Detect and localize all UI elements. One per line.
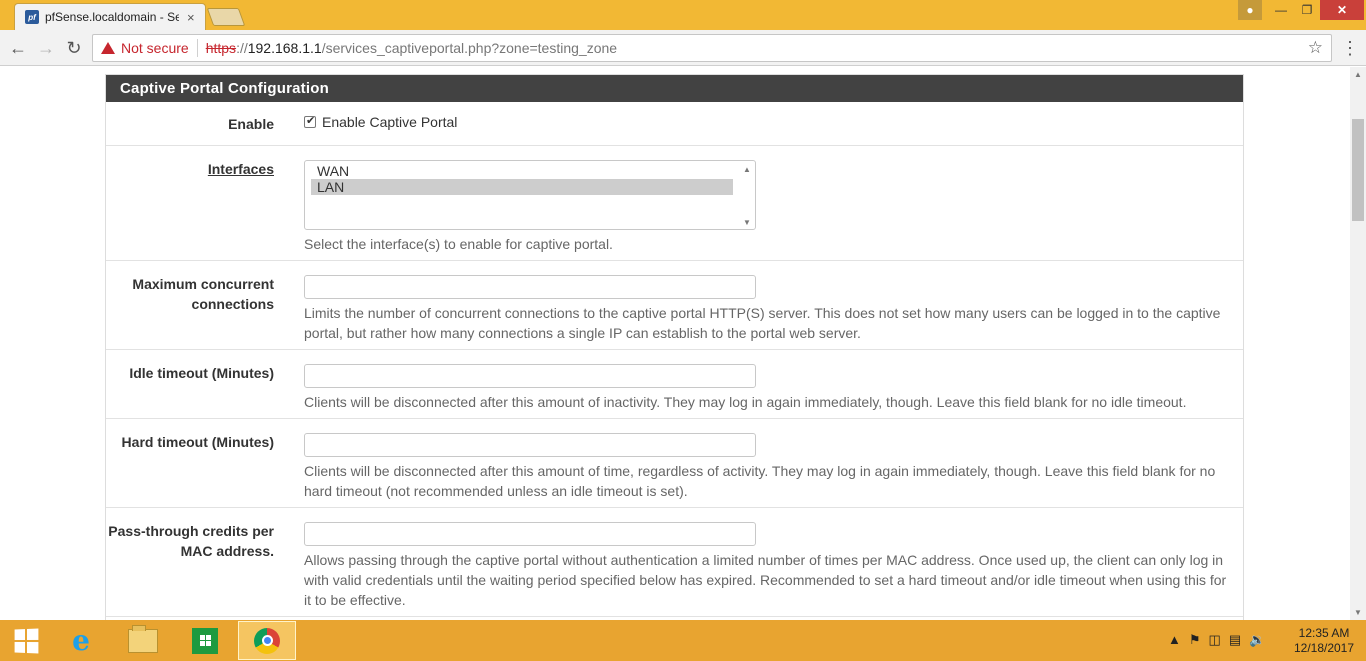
idle-timeout-row: Idle timeout (Minutes) Clients will be d… [106, 350, 1243, 419]
hard-timeout-label: Hard timeout (Minutes) [121, 434, 274, 450]
passthrough-credits-row: Pass-through credits per MAC address. Al… [106, 508, 1243, 617]
star-icon[interactable]: ☆ [1308, 38, 1323, 58]
scroll-down-icon[interactable]: ▼ [1354, 608, 1362, 617]
chrome-icon [254, 627, 280, 654]
page-viewport: Captive Portal Configuration Enable Enab… [0, 67, 1350, 620]
max-connections-input[interactable] [304, 275, 756, 299]
user-profile-icon[interactable]: ● [1238, 0, 1262, 20]
interfaces-help: Select the interface(s) to enable for ca… [304, 236, 613, 252]
hard-timeout-help-line1: Clients will be disconnected after this … [304, 463, 1216, 479]
start-button[interactable] [0, 621, 52, 660]
panel-title: Captive Portal Configuration [106, 75, 1243, 102]
folder-icon [128, 624, 158, 653]
page-scrollbar[interactable]: ▲ ▼ [1350, 67, 1366, 620]
pfsense-favicon-icon: pf [25, 10, 39, 24]
clock[interactable]: 12:35 AM 12/18/2017 [1292, 626, 1356, 656]
address-bar[interactable]: Not secure https :// 192.168.1.1 /servic… [92, 34, 1332, 62]
enable-row: Enable Enable Captive Portal [106, 103, 1243, 146]
store-button[interactable] [176, 621, 234, 660]
idle-timeout-input[interactable] [304, 364, 756, 388]
clock-time: 12:35 AM [1298, 626, 1350, 640]
max-connections-label-line1: Maximum concurrent [132, 276, 274, 292]
max-connections-label-line2: connections [191, 296, 274, 312]
enable-checkbox[interactable] [304, 114, 316, 128]
listbox-scrollbar[interactable]: ▲ ▼ [741, 163, 753, 227]
taskbar: e ▲ ⚑ ◫ ▤ 🔉 12:35 AM 12/18/2017 [0, 620, 1366, 661]
menu-icon[interactable]: ⋮ [1341, 36, 1359, 60]
tab-title: pfSense.localdomain - Se [45, 10, 179, 24]
file-explorer-button[interactable] [114, 621, 172, 660]
url-separator: :// [236, 40, 248, 56]
show-hidden-icons-icon[interactable]: ▲ [1168, 632, 1181, 648]
hard-timeout-input[interactable] [304, 433, 756, 457]
url-scheme: https [205, 40, 237, 56]
action-center-flag-icon[interactable]: ⚑ [1189, 632, 1201, 648]
internet-explorer-icon: e [72, 624, 90, 657]
title-bar: pf pfSense.localdomain - Se × ● — ❐ ✕ [0, 0, 1366, 30]
display-icon[interactable]: ◫ [1209, 632, 1221, 648]
network-icon[interactable]: ▤ [1229, 632, 1241, 648]
enable-label: Enable [228, 116, 274, 132]
passthrough-help-line3: it to be effective. [304, 592, 406, 608]
passthrough-label-line1: Pass-through credits per [108, 523, 274, 539]
captive-portal-config-panel: Captive Portal Configuration Enable Enab… [105, 74, 1244, 620]
interfaces-row: Interfaces WAN LAN ▲ ▼ Select the interf… [106, 146, 1243, 261]
hard-timeout-row: Hard timeout (Minutes) Clients will be d… [106, 419, 1243, 508]
enable-checkbox-label[interactable]: Enable Captive Portal [322, 114, 457, 130]
idle-timeout-help: Clients will be disconnected after this … [304, 394, 1187, 410]
hard-timeout-help-line2: hard timeout (not recommended unless an … [304, 483, 688, 499]
scrollbar-thumb[interactable] [1352, 119, 1364, 221]
browser-tab[interactable]: pf pfSense.localdomain - Se × [14, 3, 206, 30]
interfaces-label[interactable]: Interfaces [106, 159, 274, 179]
url-host: 192.168.1.1 [247, 40, 322, 56]
passthrough-help-line2: with valid credentials until the waiting… [304, 572, 1227, 588]
passthrough-label-line2: MAC address. [180, 543, 274, 559]
volume-icon[interactable]: 🔉 [1249, 632, 1265, 648]
passthrough-help-line1: Allows passing through the captive porta… [304, 552, 1224, 568]
scroll-down-icon[interactable]: ▼ [743, 218, 751, 227]
internet-explorer-button[interactable]: e [52, 621, 110, 660]
max-connections-help-line1: Limits the number of concurrent connecti… [304, 305, 1221, 321]
clock-date: 12/18/2017 [1293, 641, 1355, 655]
close-window-button[interactable]: ✕ [1320, 0, 1364, 20]
reload-icon[interactable]: ↻ [62, 36, 86, 60]
store-icon [192, 627, 218, 654]
browser-toolbar: ← → ↻ Not secure https :// 192.168.1.1 /… [0, 30, 1366, 66]
warning-icon [101, 42, 115, 54]
restore-button[interactable]: ❐ [1294, 0, 1320, 20]
divider [196, 39, 198, 57]
max-connections-row: Maximum concurrent connections Limits th… [106, 261, 1243, 350]
chrome-button[interactable] [238, 621, 296, 660]
passthrough-credits-input[interactable] [304, 522, 756, 546]
url-path: /services_captiveportal.php?zone=testing… [321, 40, 618, 56]
scroll-up-icon[interactable]: ▲ [1354, 70, 1362, 79]
forward-icon[interactable]: → [34, 36, 58, 60]
scroll-up-icon[interactable]: ▲ [743, 165, 751, 174]
enable-checkbox-group[interactable]: Enable Captive Portal [304, 114, 457, 130]
minimize-button[interactable]: — [1268, 0, 1294, 20]
interfaces-select[interactable]: WAN LAN ▲ ▼ [304, 160, 756, 230]
back-icon[interactable]: ← [6, 36, 30, 60]
system-tray: ▲ ⚑ ◫ ▤ 🔉 [1168, 632, 1265, 648]
close-tab-icon[interactable]: × [187, 10, 195, 25]
max-connections-help-line2: portal, but rather how many connections … [304, 325, 861, 341]
windows-logo-icon [14, 627, 39, 654]
not-secure-label[interactable]: Not secure [121, 40, 189, 56]
interface-option-lan[interactable]: LAN [311, 179, 733, 195]
interface-option-wan[interactable]: WAN [311, 163, 733, 179]
new-tab-button[interactable] [206, 8, 246, 26]
idle-timeout-label: Idle timeout (Minutes) [129, 365, 274, 381]
